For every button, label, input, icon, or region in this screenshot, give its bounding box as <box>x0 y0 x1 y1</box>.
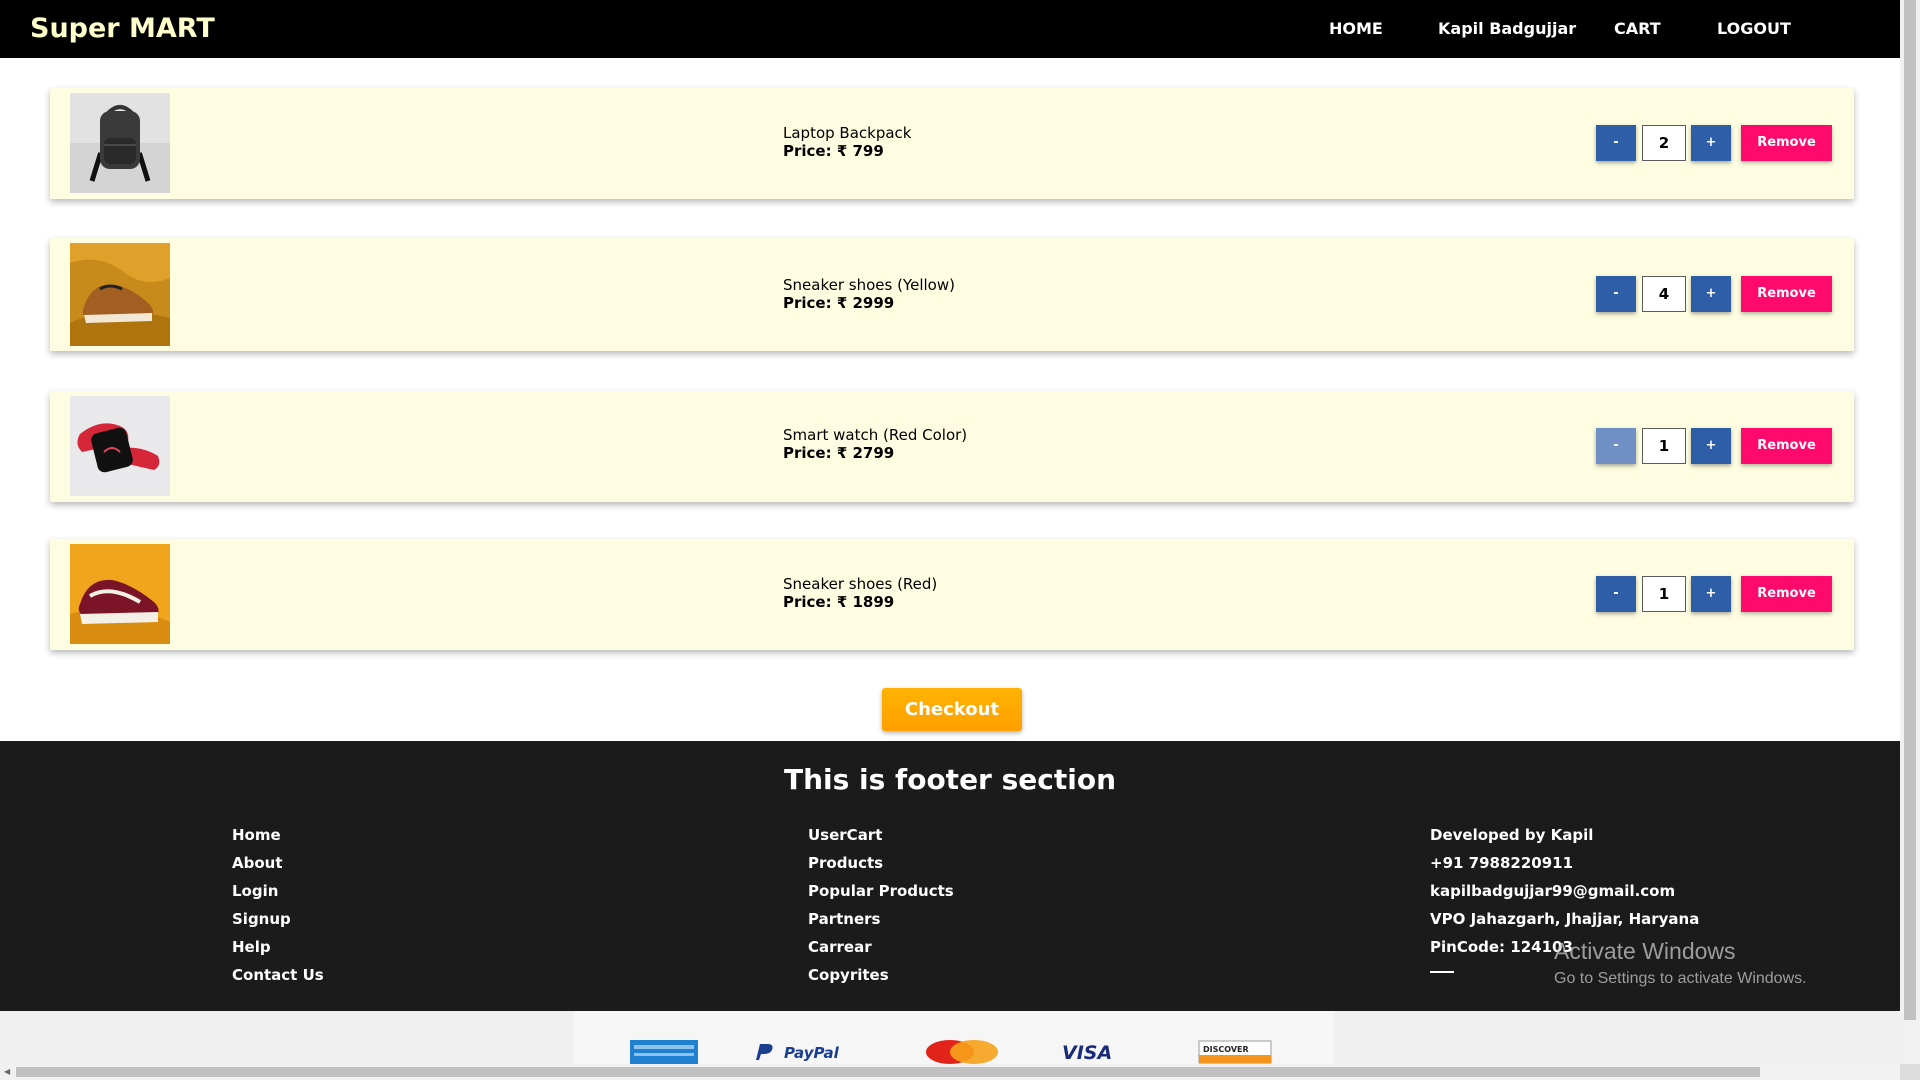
nav-cart-link[interactable]: CART <box>1614 19 1661 39</box>
footer-link-copyrights[interactable]: Copyrites <box>808 961 954 989</box>
paypal-wordmark: PayPal <box>784 1044 840 1062</box>
footer-link-career[interactable]: Carrear <box>808 933 954 961</box>
sneaker-icon <box>70 544 170 644</box>
quantity-display: 4 <box>1642 276 1686 312</box>
horizontal-scrollbar[interactable]: ◀ <box>0 1064 1900 1080</box>
footer-link-popular-products[interactable]: Popular Products <box>808 877 954 905</box>
item-price: Price: ₹ 2999 <box>783 294 895 312</box>
footer-divider <box>1430 971 1454 973</box>
vertical-scrollbar[interactable] <box>1900 0 1920 1064</box>
remove-button[interactable]: Remove <box>1741 576 1832 612</box>
increase-quantity-button[interactable]: + <box>1691 276 1731 312</box>
nav-home-link[interactable]: HOME <box>1329 19 1383 39</box>
item-price: Price: ₹ 799 <box>783 142 884 160</box>
mastercard-logo <box>926 1040 998 1064</box>
increase-quantity-button[interactable]: + <box>1691 428 1731 464</box>
scrollbar-corner <box>1900 1064 1920 1080</box>
decrease-quantity-button[interactable]: - <box>1596 276 1636 312</box>
visa-logo: VISA <box>1062 1042 1112 1064</box>
quantity-display: 2 <box>1642 125 1686 161</box>
footer-link-contact[interactable]: Contact Us <box>232 961 324 989</box>
brand-logo[interactable]: Super MART <box>30 13 215 45</box>
quantity-display: 1 <box>1642 576 1686 612</box>
activate-windows-subtitle: Go to Settings to activate Windows. <box>1554 970 1807 987</box>
footer-title: This is footer section <box>783 763 1117 796</box>
footer-link-partners[interactable]: Partners <box>808 905 954 933</box>
footer-link-usercart[interactable]: UserCart <box>808 821 954 849</box>
item-name: Smart watch (Red Color) <box>783 426 968 444</box>
vertical-scrollbar-thumb[interactable] <box>1904 0 1916 1020</box>
developer-credit: Developed by Kapil <box>1430 826 1594 844</box>
checkout-button[interactable]: Checkout <box>882 688 1022 731</box>
cart-item: Sneaker shoes (Red) Price: ₹ 1899 - 1 + … <box>50 539 1854 650</box>
contact-address: VPO Jahazgarh, Jhajjar, Haryana <box>1430 910 1700 928</box>
footer-links-column: UserCart Products Popular Products Partn… <box>808 821 954 989</box>
item-info: Sneaker shoes (Yellow) Price: ₹ 2999 <box>783 276 955 312</box>
item-name: Laptop Backpack <box>783 124 912 142</box>
sneaker-icon <box>70 243 170 346</box>
scroll-left-arrow-icon[interactable]: ◀ <box>4 1067 10 1077</box>
horizontal-scrollbar-thumb[interactable] <box>16 1067 1760 1077</box>
footer-link-about[interactable]: About <box>232 849 324 877</box>
smartwatch-icon <box>70 396 170 496</box>
footer-link-help[interactable]: Help <box>232 933 324 961</box>
payment-methods-bar: PayPal VISA DISCOVER <box>0 1011 1900 1064</box>
footer-link-products[interactable]: Products <box>808 849 954 877</box>
discover-logo: DISCOVER <box>1198 1040 1272 1064</box>
footer-links-column: Home About Login Signup Help Contact Us <box>232 821 324 989</box>
item-price: Price: ₹ 2799 <box>783 444 895 462</box>
item-name: Sneaker shoes (Yellow) <box>783 276 955 294</box>
decrease-quantity-button[interactable]: - <box>1596 428 1636 464</box>
remove-button[interactable]: Remove <box>1741 428 1832 464</box>
contact-email: kapilbadgujjar99@gmail.com <box>1430 882 1676 900</box>
browser-viewport: Super MART HOME Kapil Badgujjar CART LOG… <box>0 0 1920 1080</box>
decrease-quantity-button[interactable]: - <box>1596 576 1636 612</box>
discover-wordmark: DISCOVER <box>1203 1045 1249 1054</box>
remove-button[interactable]: Remove <box>1741 276 1832 312</box>
american-express-logo <box>630 1040 698 1064</box>
visa-wordmark: VISA <box>1062 1042 1112 1064</box>
contact-phone: +91 7988220911 <box>1430 854 1574 872</box>
increase-quantity-button[interactable]: + <box>1691 125 1731 161</box>
item-price: Price: ₹ 1899 <box>783 593 895 611</box>
footer-link-home[interactable]: Home <box>232 821 324 849</box>
increase-quantity-button[interactable]: + <box>1691 576 1731 612</box>
backpack-icon <box>70 93 170 193</box>
footer-link-signup[interactable]: Signup <box>232 905 324 933</box>
item-info: Laptop Backpack Price: ₹ 799 <box>783 124 911 160</box>
cart-item: Smart watch (Red Color) Price: ₹ 2799 - … <box>50 391 1854 502</box>
decrease-quantity-button[interactable]: - <box>1596 125 1636 161</box>
activate-windows-title: Activate Windows <box>1554 938 1736 964</box>
item-info: Smart watch (Red Color) Price: ₹ 2799 <box>783 426 967 462</box>
cart-item: Laptop Backpack Price: ₹ 799 - 2 + Remov… <box>50 88 1854 199</box>
cart-item: Sneaker shoes (Yellow) Price: ₹ 2999 - 4… <box>50 238 1854 351</box>
remove-button[interactable]: Remove <box>1741 125 1832 161</box>
nav-logout-link[interactable]: LOGOUT <box>1717 19 1791 39</box>
footer-link-login[interactable]: Login <box>232 877 324 905</box>
paypal-logo: PayPal <box>756 1044 840 1062</box>
navbar: Super MART HOME Kapil Badgujjar CART LOG… <box>0 0 1900 58</box>
payment-logos: PayPal VISA DISCOVER <box>574 1011 1334 1064</box>
quantity-display: 1 <box>1642 428 1686 464</box>
item-name: Sneaker shoes (Red) <box>783 575 938 593</box>
page-content: Super MART HOME Kapil Badgujjar CART LOG… <box>0 0 1900 1064</box>
item-info: Sneaker shoes (Red) Price: ₹ 1899 <box>783 575 937 611</box>
nav-user-link[interactable]: Kapil Badgujjar <box>1438 19 1576 39</box>
